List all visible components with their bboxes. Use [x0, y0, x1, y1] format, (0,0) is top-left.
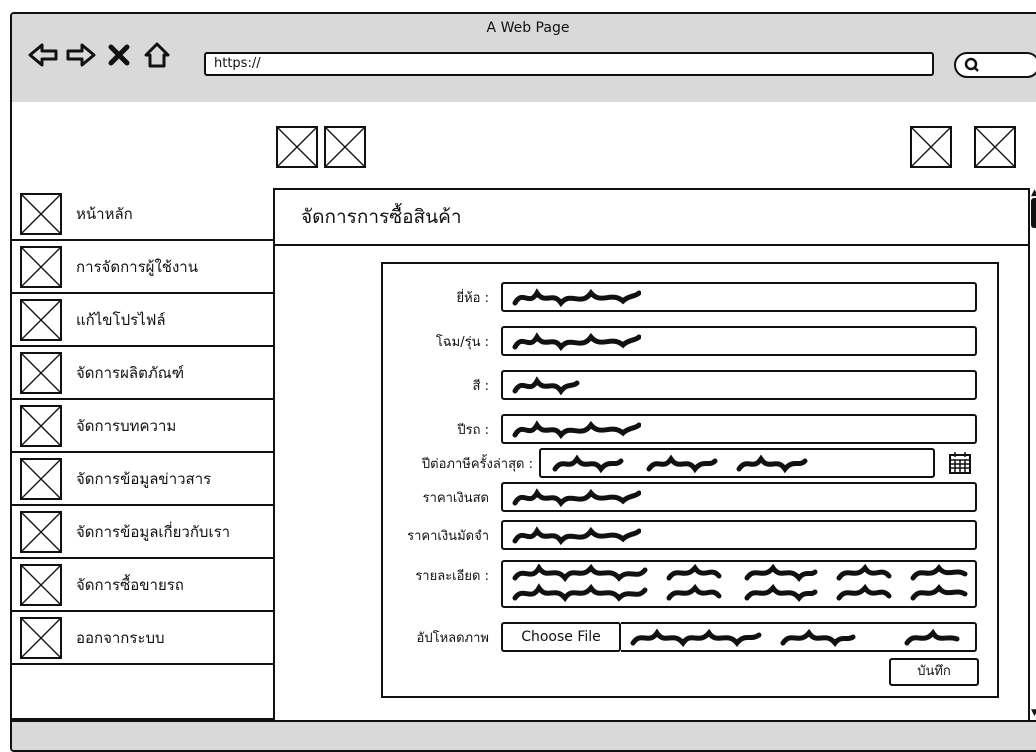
model-label: โฉม/รุ่น :	[435, 335, 489, 350]
deposit-price-input[interactable]	[501, 520, 977, 550]
sidebar-item-products[interactable]: จัดการผลิตภัณฑ์	[12, 347, 273, 400]
logout-placeholder-icon	[20, 616, 62, 659]
nav-controls	[28, 40, 172, 70]
cash-price-label: ราคาเงินสด	[422, 491, 489, 506]
choose-file-button[interactable]: Choose File	[501, 622, 621, 652]
sidebar-item-label: จัดการบทความ	[76, 416, 177, 435]
sidebar-item-about[interactable]: จัดการข้อมูลเกี่ยวกับเรา	[12, 506, 273, 559]
news-placeholder-icon	[20, 457, 62, 500]
user-placeholder-icon[interactable]	[910, 126, 952, 168]
scroll-down-icon[interactable]: ▼	[1031, 708, 1036, 718]
users-placeholder-icon	[20, 245, 62, 288]
sidebar-item-news[interactable]: จัดการข้อมูลข่าวสาร	[12, 453, 273, 506]
color-row: สี :	[383, 370, 997, 400]
vertical-scrollbar[interactable]: ▲ ▼	[1028, 188, 1036, 720]
model-row: โฉม/รุ่น :	[383, 326, 997, 356]
sidebar-item-car-trade[interactable]: จัดการซื้อขายรถ	[12, 559, 273, 612]
page-title: จัดการการซื้อสินค้า	[301, 206, 462, 228]
file-name-display	[621, 622, 977, 652]
tax-date-input[interactable]	[539, 448, 935, 478]
sidebar-item-label: หน้าหลัก	[76, 204, 133, 223]
upload-row: อัปโหลดภาพ Choose File	[383, 622, 997, 652]
main-content: จัดการการซื้อสินค้า ยี่ห้อ : โฉม/รุ่น : …	[275, 188, 1028, 720]
window-title: A Web Page	[486, 20, 570, 36]
profile-placeholder-icon	[20, 298, 62, 341]
brand-row: ยี่ห้อ :	[383, 282, 997, 312]
calendar-icon[interactable]	[947, 450, 973, 476]
search-icon	[964, 57, 979, 72]
products-placeholder-icon	[20, 351, 62, 394]
menu-placeholder-icon[interactable]	[974, 126, 1016, 168]
upload-label: อัปโหลดภาพ	[416, 631, 489, 646]
brand-input[interactable]	[501, 282, 977, 312]
save-button[interactable]: บันทึก	[889, 658, 979, 686]
articles-placeholder-icon	[20, 404, 62, 447]
deposit-price-row: ราคาเงินมัดจำ	[383, 520, 997, 550]
status-bar	[12, 720, 1036, 750]
sidebar-item-label: จัดการข้อมูลข่าวสาร	[76, 469, 212, 488]
year-row: ปีรถ :	[383, 414, 997, 444]
logo-placeholder-icon	[276, 126, 318, 168]
scroll-up-icon[interactable]: ▲	[1031, 188, 1036, 198]
detail-row: รายละเอียด :	[383, 560, 997, 608]
cash-price-input[interactable]	[501, 482, 977, 512]
home-placeholder-icon	[20, 192, 62, 235]
scroll-thumb[interactable]	[1031, 198, 1036, 228]
detail-textarea[interactable]	[501, 560, 977, 608]
sidebar-item-profile[interactable]: แก้ไขโปรไฟล์	[12, 294, 273, 347]
search-field[interactable]	[954, 52, 1036, 78]
detail-label: รายละเอียด :	[415, 569, 489, 584]
car-trade-placeholder-icon	[20, 563, 62, 606]
back-icon[interactable]	[28, 40, 58, 70]
brand-label: ยี่ห้อ :	[456, 291, 489, 306]
sidebar-item-label: แก้ไขโปรไฟล์	[76, 310, 166, 329]
cash-price-row: ราคาเงินสด	[383, 482, 997, 512]
title-divider	[275, 244, 1028, 246]
home-icon[interactable]	[142, 40, 172, 70]
year-label: ปีรถ :	[457, 423, 489, 438]
close-icon[interactable]	[104, 40, 134, 70]
sidebar: หน้าหลัก การจัดการผู้ใช้งาน แก้ไขโปรไฟล์…	[12, 188, 275, 720]
color-label: สี :	[472, 379, 489, 394]
sidebar-item-articles[interactable]: จัดการบทความ	[12, 400, 273, 453]
sidebar-item-label: จัดการผลิตภัณฑ์	[76, 363, 185, 382]
year-input[interactable]	[501, 414, 977, 444]
sidebar-item-logout[interactable]: ออกจากระบบ	[12, 612, 273, 665]
purchase-form: ยี่ห้อ : โฉม/รุ่น : สี : ปีรถ : ปีต่อภาษ…	[381, 262, 999, 698]
sidebar-item-label: ออกจากระบบ	[76, 628, 165, 647]
deposit-price-label: ราคาเงินมัดจำ	[407, 529, 489, 544]
sidebar-item-label: จัดการซื้อขายรถ	[76, 575, 184, 594]
header-bar	[12, 102, 1036, 190]
browser-window: A Web Page https:// หน้าหลัก การจัดการผู…	[10, 12, 1036, 752]
sidebar-item-home[interactable]: หน้าหลัก	[12, 188, 273, 241]
about-placeholder-icon	[20, 510, 62, 553]
address-bar[interactable]: https://	[204, 52, 934, 76]
tax-date-label: ปีต่อภาษีครั้งล่าสุด :	[421, 457, 533, 472]
logo-placeholder-icon	[324, 126, 366, 168]
tax-date-row: ปีต่อภาษีครั้งล่าสุด :	[383, 448, 997, 478]
sidebar-item-label: จัดการข้อมูลเกี่ยวกับเรา	[76, 522, 231, 541]
browser-chrome: A Web Page https://	[12, 14, 1036, 104]
sidebar-item-label: การจัดการผู้ใช้งาน	[76, 257, 198, 276]
model-input[interactable]	[501, 326, 977, 356]
forward-icon[interactable]	[66, 40, 96, 70]
color-input[interactable]	[501, 370, 977, 400]
sidebar-item-users[interactable]: การจัดการผู้ใช้งาน	[12, 241, 273, 294]
